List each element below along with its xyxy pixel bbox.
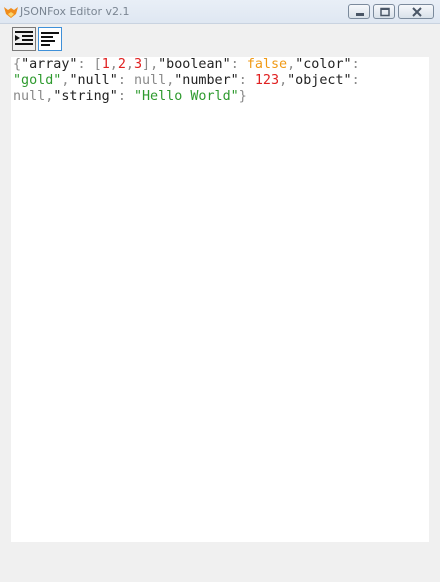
maximize-icon [380, 7, 390, 17]
fox-icon [4, 7, 18, 18]
token-key: "array" [21, 57, 78, 72]
close-icon [412, 7, 422, 17]
token-null: null [133, 73, 167, 88]
token-punct: : [238, 73, 247, 88]
token-punct: : [230, 57, 239, 72]
minimize-button[interactable] [348, 4, 370, 19]
token-null: null [13, 89, 46, 104]
token-punct: : [351, 73, 360, 88]
token-punct: { [13, 57, 22, 72]
token-number: 3 [133, 57, 142, 72]
maximize-button[interactable] [373, 4, 395, 19]
token-key: "string" [53, 89, 118, 104]
token-punct: , [279, 73, 288, 88]
token-boolean: false [246, 57, 288, 72]
token-key: "number" [174, 73, 239, 88]
toolbar [12, 27, 62, 51]
token-punct: : [351, 57, 360, 72]
minimize-icon [356, 13, 364, 16]
compact-json-button[interactable] [38, 27, 62, 51]
token-punct: : [117, 73, 126, 88]
token-punct: , [287, 57, 296, 72]
indent-icon [15, 31, 33, 45]
token-punct: : [117, 89, 126, 104]
token-punct: , [109, 57, 118, 72]
token-punct: [ [93, 57, 102, 72]
token-string: "gold" [13, 73, 62, 88]
token-punct: : [77, 57, 86, 72]
window-title: JSONFox Editor v2.1 [20, 5, 130, 18]
align-left-icon [41, 32, 59, 46]
title-bar[interactable]: JSONFox Editor v2.1 [0, 0, 440, 24]
token-key: "boolean" [158, 57, 231, 72]
token-key: "null" [69, 73, 118, 88]
token-number: 123 [254, 73, 280, 88]
token-punct: , [125, 57, 134, 72]
token-punct: ] [142, 57, 151, 72]
json-text[interactable]: {"array": [1,2,3],"boolean": false,"colo… [11, 57, 429, 105]
token-number: 1 [101, 57, 110, 72]
json-editor[interactable]: {"array": [1,2,3],"boolean": false,"colo… [11, 57, 429, 542]
close-button[interactable] [398, 4, 434, 19]
token-string: "Hello World" [133, 89, 239, 104]
token-punct: } [238, 89, 247, 104]
token-key: "color" [295, 57, 352, 72]
token-punct: , [150, 57, 159, 72]
token-key: "object" [287, 73, 352, 88]
token-number: 2 [117, 57, 126, 72]
format-json-button[interactable] [12, 27, 36, 51]
